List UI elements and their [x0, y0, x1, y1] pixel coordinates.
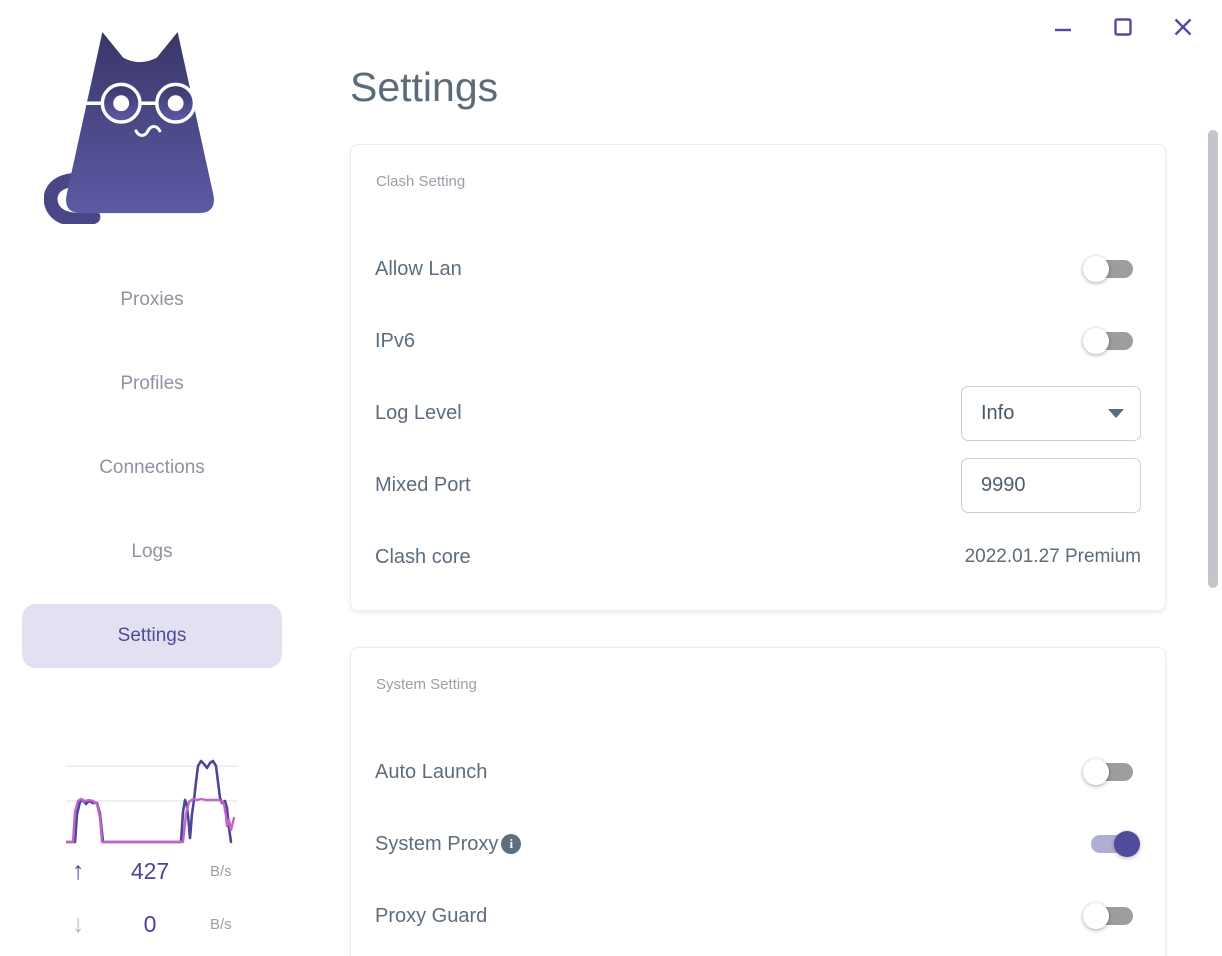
- log-level-select[interactable]: Info: [961, 385, 1141, 441]
- toggle-thumb: [1083, 903, 1109, 930]
- clash-cat-logo: [44, 31, 214, 224]
- window-controls: [1050, 14, 1196, 40]
- mixed-port-input[interactable]: [961, 457, 1141, 513]
- maximize-icon: [1114, 18, 1132, 36]
- proxy-guard-toggle[interactable]: [1083, 903, 1135, 930]
- allow-lan-label: Allow Lan: [375, 257, 462, 280]
- auto-launch-toggle[interactable]: [1083, 759, 1135, 786]
- mixed-port-label: Mixed Port: [375, 473, 471, 496]
- download-stat: ↓ 0 B/s: [0, 903, 304, 945]
- sidebar-item-connections[interactable]: Connections: [22, 436, 282, 500]
- traffic-stats: ↑ 427 B/s ↓ 0 B/s: [0, 850, 304, 945]
- minimize-icon: [1055, 28, 1071, 32]
- system-proxy-label: System Proxy i: [375, 832, 522, 856]
- arrow-up-icon: ↑: [72, 856, 85, 885]
- sidebar-item-logs[interactable]: Logs: [22, 520, 282, 584]
- allow-lan-toggle[interactable]: [1083, 256, 1135, 283]
- ipv6-toggle[interactable]: [1083, 328, 1135, 355]
- main-content: Settings Clash Setting Allow Lan IPv6 Lo…: [304, 0, 1222, 956]
- sidebar-item-settings[interactable]: Settings: [22, 604, 282, 668]
- system-proxy-label-text: System Proxy: [375, 832, 499, 855]
- download-line: [66, 797, 236, 844]
- setting-row-system-proxy: System Proxy i: [375, 808, 1141, 880]
- sidebar-item-profiles[interactable]: Profiles: [22, 352, 282, 416]
- arrow-down-icon: ↓: [72, 909, 85, 938]
- setting-row-clash-core: Clash core 2022.01.27 Premium: [375, 521, 1141, 593]
- toggle-thumb: [1114, 831, 1140, 858]
- download-value: 0: [143, 910, 157, 937]
- upload-stat: ↑ 427 B/s: [0, 850, 304, 892]
- scrollbar-thumb[interactable]: [1208, 130, 1218, 588]
- sidebar-nav: Proxies Profiles Connections Logs Settin…: [22, 268, 282, 688]
- download-unit: B/s: [210, 915, 232, 933]
- close-icon: [1174, 18, 1192, 36]
- toggle-thumb: [1083, 328, 1109, 355]
- clash-core-label: Clash core: [375, 545, 471, 568]
- log-level-value: Info: [981, 401, 1015, 424]
- system-proxy-toggle[interactable]: [1089, 831, 1140, 858]
- info-icon[interactable]: i: [501, 834, 522, 855]
- sidebar: Proxies Profiles Connections Logs Settin…: [0, 0, 304, 956]
- clash-core-version: 2022.01.27 Premium: [964, 546, 1141, 568]
- close-button[interactable]: [1170, 14, 1196, 40]
- minimize-button[interactable]: [1050, 14, 1076, 40]
- app-window: Proxies Profiles Connections Logs Settin…: [0, 0, 1222, 956]
- log-level-label: Log Level: [375, 401, 462, 424]
- setting-row-proxy-guard: Proxy Guard: [375, 880, 1141, 952]
- sidebar-item-proxies[interactable]: Proxies: [22, 268, 282, 332]
- ipv6-label: IPv6: [375, 329, 416, 352]
- card-header: Clash Setting: [376, 173, 466, 191]
- upload-value: 427: [130, 857, 170, 884]
- proxy-guard-label: Proxy Guard: [375, 904, 488, 927]
- auto-launch-label: Auto Launch: [375, 760, 488, 783]
- card-header: System Setting: [376, 676, 477, 694]
- toggle-thumb: [1083, 256, 1109, 283]
- setting-row-auto-launch: Auto Launch: [375, 736, 1141, 808]
- setting-row-log-level: Log Level Info: [375, 377, 1141, 449]
- upload-unit: B/s: [210, 862, 232, 880]
- traffic-graph: [66, 759, 238, 844]
- maximize-button[interactable]: [1110, 14, 1136, 40]
- page-title: Settings: [350, 64, 499, 110]
- setting-row-mixed-port: Mixed Port: [375, 449, 1141, 521]
- system-setting-card: System Setting Auto Launch System Proxy …: [350, 647, 1166, 956]
- setting-row-allow-lan: Allow Lan: [375, 233, 1141, 305]
- clash-setting-card: Clash Setting Allow Lan IPv6 Log Level I…: [350, 144, 1166, 612]
- chevron-down-icon: [1108, 408, 1124, 418]
- setting-row-ipv6: IPv6: [375, 305, 1141, 377]
- toggle-thumb: [1083, 759, 1109, 786]
